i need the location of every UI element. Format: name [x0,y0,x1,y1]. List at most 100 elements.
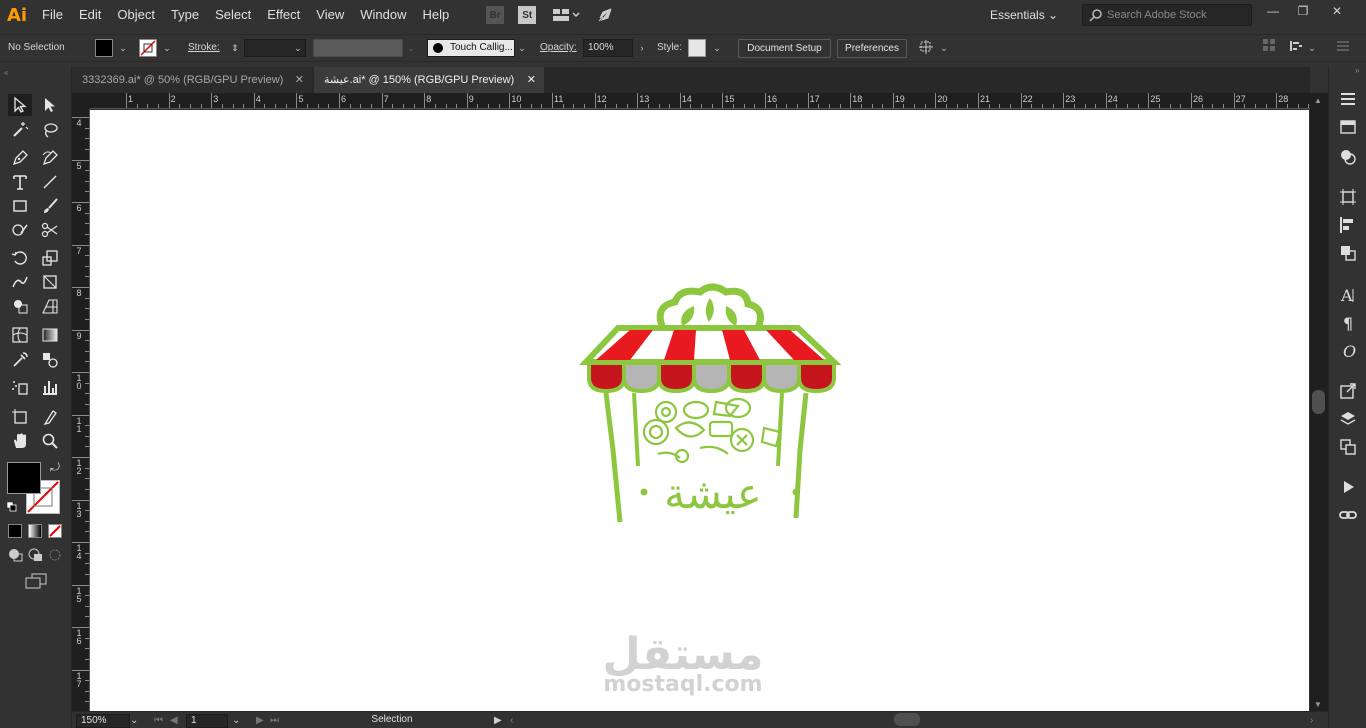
fill-dropdown[interactable]: ⌄ [117,39,129,57]
style-swatch[interactable] [688,39,706,57]
arrange-documents-button[interactable] [549,5,583,25]
eyedropper-tool[interactable] [8,349,32,371]
scale-tool[interactable] [38,247,62,269]
direct-selection-tool[interactable] [38,94,62,116]
last-artboard-icon[interactable]: ⏭ [270,714,279,728]
scissors-tool[interactable] [38,219,62,241]
horizontal-scroll-thumb[interactable] [894,713,920,726]
first-artboard-icon[interactable]: ⏮ [154,714,163,728]
curvature-tool[interactable] [38,147,62,169]
bridge-button[interactable]: Br [485,5,505,25]
vertical-ruler[interactable]: 4 5 6 7 8 9 1 0 1 1 1 2 1 3 1 4 1 5 1 6 1 7 [72,109,90,711]
search-stock-input[interactable]: Search Adobe Stock [1082,4,1252,26]
minimize-button[interactable]: — [1256,0,1290,22]
pathfinder-panel-button[interactable] [1337,242,1359,264]
artboard-dropdown[interactable]: ⌄ [232,714,240,728]
vertical-scroll-thumb[interactable] [1312,390,1325,414]
stroke-weight-stepper[interactable]: ⇕ [229,39,241,57]
selection-tool[interactable] [8,94,32,116]
artboard-canvas[interactable]: عيشة [90,110,1309,711]
align-panel-button[interactable] [1337,214,1359,236]
arrange-button[interactable] [1288,39,1304,57]
symbol-sprayer-tool[interactable] [8,376,32,398]
swatches-panel-button[interactable] [1337,116,1359,138]
artboards-panel-button[interactable] [1337,436,1359,458]
transform-button[interactable] [916,39,936,57]
scroll-down-icon[interactable]: ▼ [1314,700,1322,709]
status-menu-icon[interactable]: ▶ [494,714,502,728]
tab-document-aysha[interactable]: عيشة.ai* @ 150% (RGB/GPU Preview) ✕ [314,67,544,93]
zoom-dropdown[interactable]: ⌄ [130,714,138,728]
control-panel-menu[interactable] [1334,39,1352,57]
opacity-arrow[interactable]: › [636,39,648,57]
none-mode-button[interactable] [48,524,62,538]
rectangle-tool[interactable] [8,195,32,217]
zoom-field[interactable]: 150% [76,714,130,728]
profile-dropdown[interactable]: ⌄ [405,39,417,57]
stroke-weight-dropdown[interactable]: ⌄ [292,39,304,57]
character-panel-button[interactable]: A [1337,284,1359,306]
default-colors-icon[interactable] [6,501,17,512]
align-panel-button[interactable] [1262,39,1276,57]
color-mode-button[interactable] [8,524,22,538]
swap-colors-icon[interactable]: ⤾ [50,460,60,475]
menu-effect[interactable]: Effect [259,0,308,30]
blend-tool[interactable] [38,349,62,371]
menu-object[interactable]: Object [109,0,163,30]
logo-artwork[interactable]: عيشة [90,110,1309,711]
brush-dropdown[interactable]: ⌄ [516,39,528,57]
menu-edit[interactable]: Edit [71,0,109,30]
scroll-right-icon[interactable]: › [1310,714,1313,728]
menu-type[interactable]: Type [163,0,207,30]
workspace-switcher[interactable]: Essentials ⌄ [990,0,1058,30]
artboard-tool[interactable] [8,406,32,428]
lasso-tool[interactable] [38,119,62,141]
menu-file[interactable]: File [34,0,71,30]
transform-panel-button[interactable] [1337,186,1359,208]
feature-button[interactable] [595,5,615,25]
properties-panel-button[interactable] [1337,88,1359,110]
perspective-grid-tool[interactable] [38,295,62,317]
close-icon[interactable]: ✕ [295,67,304,93]
variable-width-profile[interactable] [313,39,403,57]
free-transform-tool[interactable] [38,271,62,293]
appearance-panel-button[interactable] [1337,146,1359,168]
magic-wand-tool[interactable] [8,119,32,141]
actions-panel-button[interactable] [1337,476,1359,498]
fill-swatch[interactable] [95,39,113,57]
shaper-tool[interactable] [8,219,32,241]
current-tool-status[interactable]: Selection [292,714,488,728]
layers-panel-button[interactable] [1337,408,1359,430]
rotate-tool[interactable] [8,247,32,269]
screen-mode-button[interactable] [24,572,48,590]
hand-tool[interactable] [8,430,32,452]
draw-behind-button[interactable] [28,548,44,562]
menu-help[interactable]: Help [414,0,457,30]
tools-panel-grip[interactable]: « [4,68,68,77]
shape-builder-tool[interactable] [8,295,32,317]
paragraph-panel-button[interactable]: ¶ [1337,312,1359,334]
mesh-tool[interactable] [8,324,32,346]
menu-view[interactable]: View [308,0,352,30]
previous-artboard-icon[interactable]: ◀ [170,714,178,728]
type-tool[interactable] [8,171,32,193]
paintbrush-tool[interactable] [38,195,62,217]
opacity-field[interactable]: 100% [583,39,633,57]
draw-inside-button[interactable] [48,548,64,562]
restore-button[interactable]: ❐ [1286,0,1320,22]
ruler-origin[interactable] [72,93,90,109]
transform-dropdown[interactable]: ⌄ [938,39,950,57]
pen-tool[interactable] [8,147,32,169]
arrange-dropdown[interactable]: ⌄ [1306,39,1318,57]
expand-panels-icon[interactable]: » [1355,66,1359,75]
stock-button[interactable]: St [517,5,537,25]
scroll-left-icon[interactable]: ‹ [510,714,513,728]
next-artboard-icon[interactable]: ▶ [256,714,264,728]
close-window-button[interactable]: ✕ [1320,0,1354,22]
brush-definition-field[interactable]: Touch Callig... [427,39,515,57]
opentype-panel-button[interactable]: O [1337,340,1359,362]
links-panel-button[interactable] [1337,504,1359,526]
line-segment-tool[interactable] [38,171,62,193]
tab-document-3332369[interactable]: 3332369.ai* @ 50% (RGB/GPU Preview) ✕ [72,67,312,93]
menu-window[interactable]: Window [352,0,414,30]
